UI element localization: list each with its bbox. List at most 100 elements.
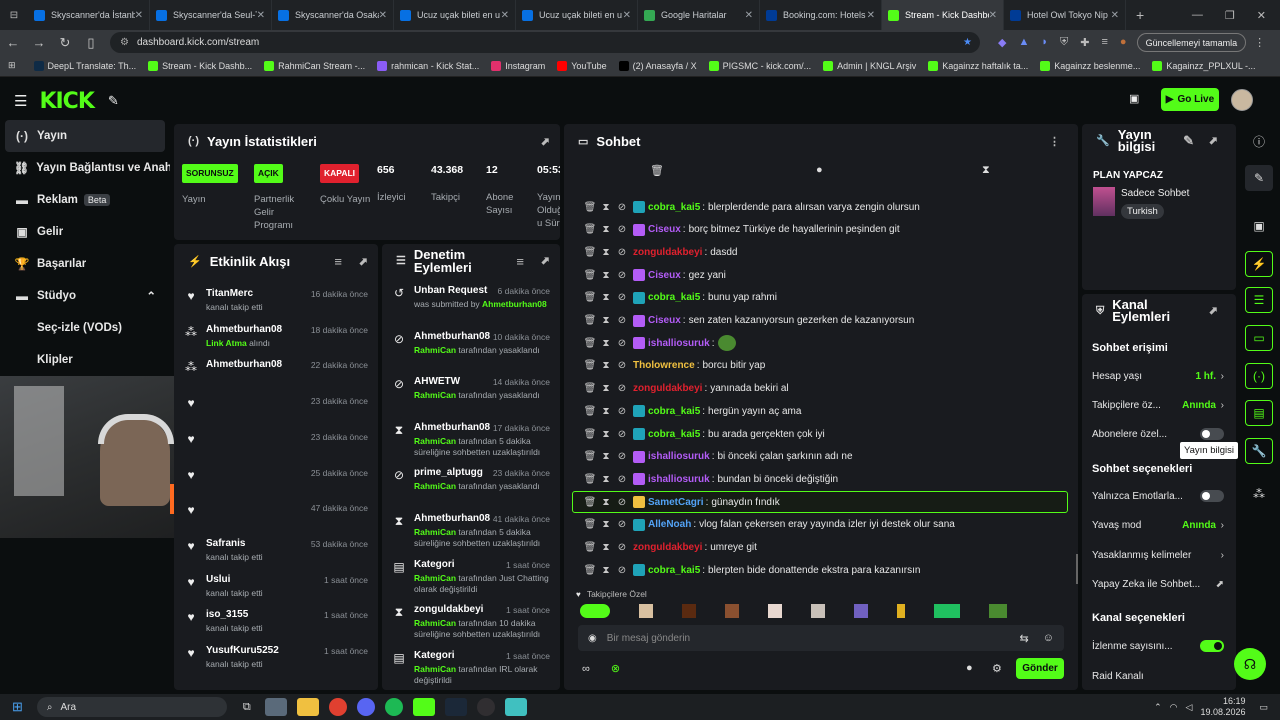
activity-row[interactable]: ♥ 47 dakika önce <box>174 499 378 535</box>
user-avatar[interactable] <box>1231 89 1253 111</box>
apps-grid-icon[interactable]: ⊞ <box>8 60 16 71</box>
file-explorer-icon[interactable] <box>296 698 319 716</box>
bookmark-item[interactable]: Stream - Kick Dashb... <box>148 60 252 71</box>
ban-icon[interactable]: ⊘ <box>614 474 630 485</box>
activity-row[interactable]: ♥ TitanMerc kanalı takip etti 16 dakika önc… <box>174 285 378 321</box>
bookmark-item[interactable]: Kagainzz_PPLXUL -... <box>1152 60 1256 71</box>
points-icon[interactable]: ⁂ <box>1245 481 1273 507</box>
browser-tab[interactable]: Skyscanner'da İstanbu ✕ <box>28 0 150 30</box>
activity-row[interactable]: ♥ 23 dakika önce <box>174 392 378 428</box>
activity-row[interactable]: ♥ 25 dakika önce <box>174 464 378 500</box>
reading-list-icon[interactable]: ≡ <box>1101 36 1107 49</box>
activity-row[interactable]: ♥ iso_3155 kanalı takip etti 1 saat önce <box>174 606 378 642</box>
followers-only-setting[interactable]: Takipçilere öz... Anında › <box>1092 396 1224 414</box>
emote[interactable] <box>989 604 1007 618</box>
ban-icon[interactable]: ⊘ <box>614 247 630 258</box>
ban-icon[interactable]: ⊘ <box>614 315 630 326</box>
chat-message[interactable]: 🗑 ⧗ ⊘ zonguldakbeyi: umreye git <box>582 538 757 558</box>
delete-message-icon[interactable]: 🗑 <box>582 292 598 303</box>
profile-avatar[interactable]: ● <box>1120 36 1127 49</box>
tab-close-icon[interactable]: ✕ <box>867 10 875 21</box>
timeout-icon[interactable]: ⧗ <box>598 429 614 440</box>
system-tray[interactable]: ⌃ ◠ ◁ 16:19 19.08.2026 ▭ <box>1154 696 1280 718</box>
chat-message[interactable]: 🗑 ⧗ ⊘ Ciseux: sen zaten kazanıyorsun gezerke… <box>582 311 914 331</box>
moderation-row[interactable]: ⧗ Ahmetburhan08 RahmiCan tarafından 5 daki… <box>382 510 560 554</box>
chat-scrollbar[interactable] <box>1076 554 1078 584</box>
ban-icon[interactable]: ⊘ <box>614 383 630 394</box>
tab-close-icon[interactable]: ✕ <box>745 10 753 21</box>
ban-icon[interactable]: ⊘ <box>614 519 630 530</box>
bookmark-item[interactable]: (2) Anasayfa / X <box>618 60 697 71</box>
activity-username[interactable]: Safranis <box>206 538 245 549</box>
obs-icon[interactable] <box>476 698 495 716</box>
chat-menu-kebab-icon[interactable]: ⋮ <box>1049 135 1060 148</box>
moderation-row[interactable]: ⧗ Ahmetburhan08 RahmiCan tarafından 5 daki… <box>382 419 560 463</box>
tab-close-icon[interactable]: ✕ <box>1111 10 1119 21</box>
activity-row[interactable]: ♥ 23 dakika önce <box>174 428 378 464</box>
broadcast-icon[interactable]: (·) <box>1245 363 1273 389</box>
app-icon[interactable] <box>504 698 527 716</box>
chat-input-placeholder[interactable]: Bir mesaj gönderin <box>607 633 690 644</box>
chat-message[interactable]: 🗑 ⧗ ⊘ ishalliosuruk: bi önceki çalan şarkını… <box>582 447 853 467</box>
sidebar-item[interactable]: 🏆 Başarılar <box>0 248 170 280</box>
url-text[interactable]: dashboard.kick.com/stream <box>137 37 259 48</box>
ban-icon[interactable]: ⊘ <box>614 429 630 440</box>
moderation-row[interactable]: ⊘ prime_alptugg RahmiCan tarafından yasakl… <box>382 464 560 508</box>
theater-mode-icon[interactable]: ▣ <box>1129 92 1139 105</box>
extension-icon[interactable]: ◗ <box>1041 36 1048 49</box>
moderation-row[interactable]: ⊘ Ahmetburhan08 RahmiCan tarafından yasakl… <box>382 328 560 372</box>
view-count-toggle[interactable] <box>1200 640 1224 652</box>
emote-only-toggle[interactable] <box>1200 490 1224 502</box>
activity-row[interactable]: ⁂ Ahmetburhan08 Link Atma alındı 18 dakika … <box>174 321 378 357</box>
emote-only-setting[interactable]: Yalnızca Emotlarla... <box>1092 487 1224 505</box>
steam-icon[interactable] <box>444 698 467 716</box>
timeout-icon[interactable]: ⧗ <box>598 360 614 371</box>
popout-icon[interactable]: ⬈ <box>1209 135 1218 147</box>
chat-bubble-icon[interactable]: ● <box>966 662 973 674</box>
sidebar-item[interactable]: ▣ Gelir <box>0 216 170 248</box>
delete-message-icon[interactable]: 🗑 <box>582 451 598 462</box>
emote[interactable] <box>682 604 696 618</box>
timeout-icon[interactable]: ⧗ <box>598 406 614 417</box>
sidebar-item[interactable]: ▬ Reklam Beta <box>0 184 170 216</box>
filter-icon[interactable]: ≡ <box>334 254 342 269</box>
chat-message[interactable]: 🗑 ⧗ ⊘ cobra_kai5: bunu yap rahmi <box>582 288 777 308</box>
sidebar-item[interactable]: Klipler <box>0 344 170 376</box>
emote[interactable] <box>639 604 653 618</box>
chrome-icon[interactable] <box>328 698 347 716</box>
ban-icon[interactable]: ⊘ <box>614 497 630 508</box>
chat-message[interactable]: 🗑 ⧗ ⊘ cobra_kai5: hergün yayın aç ama <box>582 401 801 421</box>
discord-icon[interactable] <box>356 698 375 716</box>
chat-username[interactable]: ishalliosuruk <box>648 338 710 349</box>
delete-message-icon[interactable]: 🗑 <box>582 519 598 530</box>
activity-row[interactable]: ⁂ Ahmetburhan08 22 dakika önce <box>174 356 378 392</box>
ban-icon[interactable]: ⊘ <box>614 360 630 371</box>
chat-message[interactable]: 🗑 ⧗ ⊘ Ciseux: gez yani <box>582 265 726 285</box>
ban-icon[interactable]: ⊘ <box>614 542 630 553</box>
address-bar[interactable]: ⚙ dashboard.kick.com/stream ★ <box>110 32 980 53</box>
settings-gear-icon[interactable]: ⚙ <box>992 662 1002 675</box>
kick-points-icon[interactable]: ⊗ <box>611 663 620 675</box>
activity-row[interactable]: ♥ Uslui kanalı takip etti 1 saat önce <box>174 571 378 607</box>
sidebar-item[interactable]: ⛓ Yayın Bağlantısı ve Anahta <box>0 152 170 184</box>
chat-username[interactable]: Ciseux <box>648 270 681 281</box>
stats-icon[interactable]: ▤ <box>1245 400 1273 426</box>
tab-close-icon[interactable]: ✕ <box>257 10 265 21</box>
chat-username[interactable]: zonguldakbeyi <box>633 247 702 258</box>
browser-tab[interactable]: Google Haritalar ✕ <box>638 0 760 30</box>
tools-icon[interactable]: ✎ <box>108 93 119 109</box>
bookmark-item[interactable]: Kagainzz beslenme... <box>1040 60 1140 71</box>
ban-icon[interactable]: ⊘ <box>614 451 630 462</box>
translate-icon[interactable]: ⇆ <box>1020 632 1029 645</box>
banned-words-setting[interactable]: Yasaklanmış kelimeler › <box>1092 546 1224 564</box>
extension-icon[interactable]: ◆ <box>998 36 1006 49</box>
timeout-icon[interactable]: ⧗ <box>598 451 614 462</box>
chat-message[interactable]: 🗑 ⧗ ⊘ AlleNoah: vlog falan çekersen eray yay… <box>582 515 955 535</box>
kick-logo[interactable]: KICK <box>39 89 94 114</box>
hourglass-icon[interactable]: ⧗ <box>982 164 990 177</box>
delete-message-icon[interactable]: 🗑 <box>582 429 598 440</box>
ai-moderation-setting[interactable]: Yapay Zeka ile Sohbet... ⬈ <box>1092 575 1224 593</box>
sidebar-toggle-icon[interactable]: ▯ <box>78 35 104 51</box>
ban-icon[interactable]: ⊘ <box>614 406 630 417</box>
edit-icon[interactable]: ✎ <box>1183 134 1194 147</box>
